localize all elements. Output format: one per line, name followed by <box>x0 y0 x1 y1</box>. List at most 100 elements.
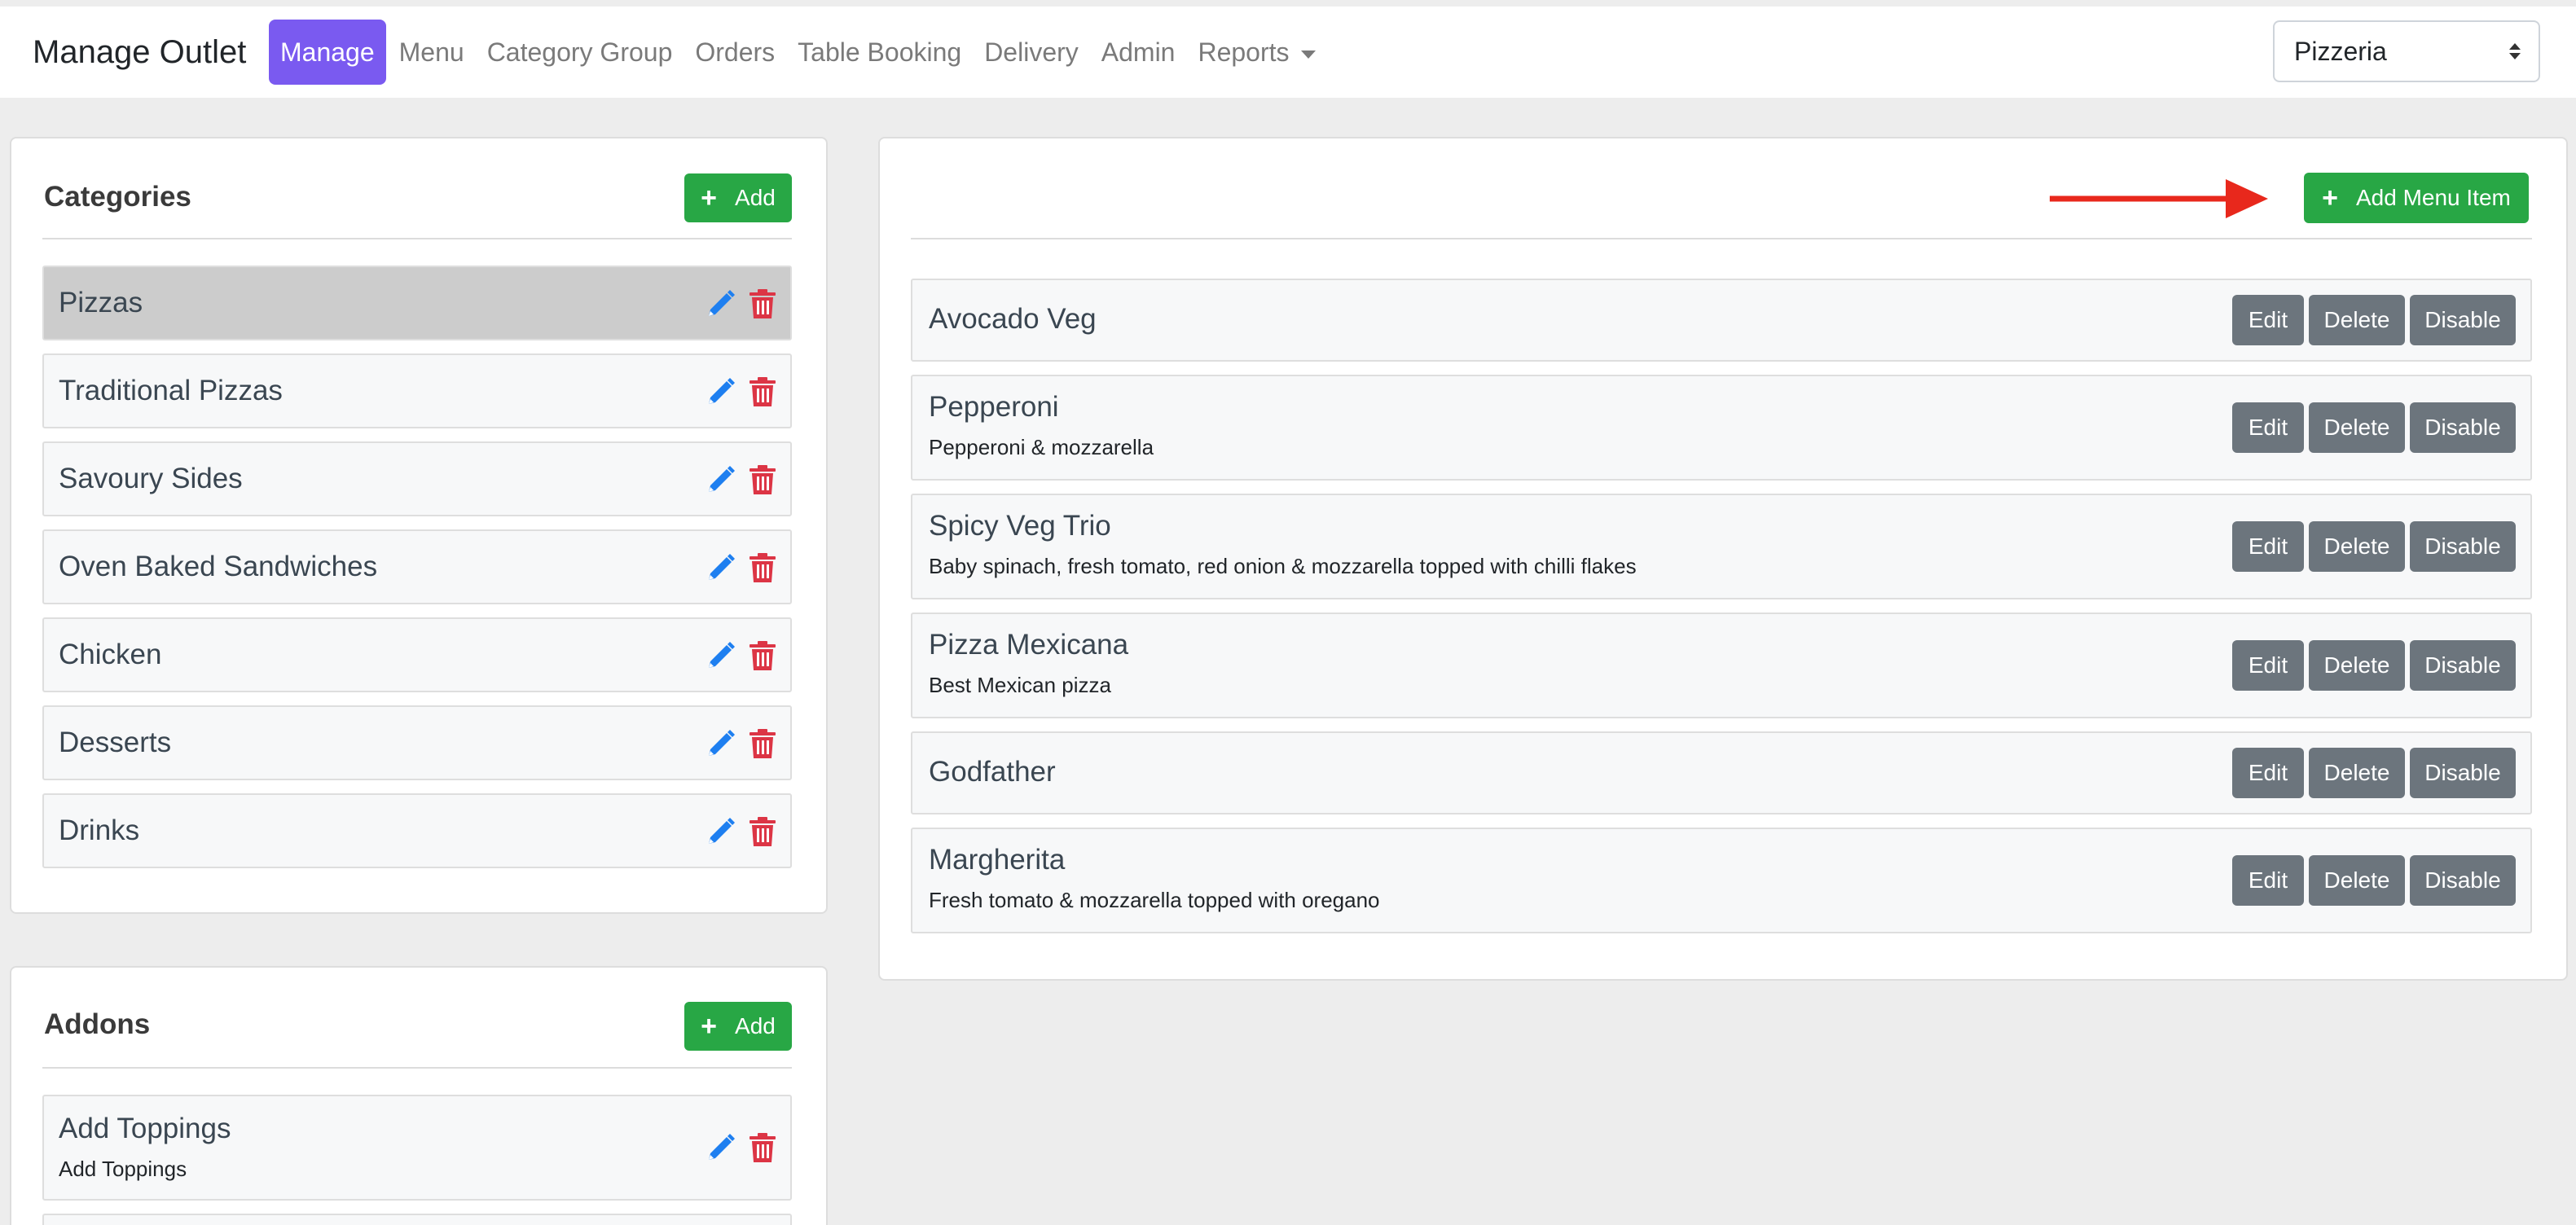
outlet-select-value: Pizzeria <box>2294 36 2387 66</box>
category-item[interactable]: Oven Baked Sandwiches <box>42 529 792 604</box>
delete-button[interactable]: Delete <box>2309 295 2405 345</box>
nav-item-table-booking[interactable]: Table Booking <box>786 20 973 85</box>
category-item[interactable]: Pizzas <box>42 266 792 340</box>
pencil-icon[interactable] <box>706 288 735 319</box>
menu-item-title: Spicy Veg Trio <box>929 510 1111 542</box>
nav-menu: Manage Menu Category Group Orders Table … <box>269 20 1327 85</box>
add-category-label: Add <box>735 185 776 210</box>
category-label: Traditional Pizzas <box>59 375 283 406</box>
nav-item-admin[interactable]: Admin <box>1090 20 1187 85</box>
menu-item-title: Pepperoni <box>929 391 1059 423</box>
pencil-icon[interactable] <box>706 728 735 759</box>
categories-title: Categories <box>44 181 191 213</box>
category-label: Drinks <box>59 814 140 846</box>
category-label: Desserts <box>59 727 172 758</box>
categories-divider <box>42 238 792 239</box>
menu-item-row: Godfather Edit Delete Disable <box>911 731 2532 814</box>
nav-item-reports-label: Reports <box>1198 37 1290 67</box>
top-strip <box>0 0 2576 7</box>
outlet-select[interactable]: Pizzeria <box>2273 20 2540 82</box>
delete-button[interactable]: Delete <box>2309 855 2405 906</box>
edit-button[interactable]: Edit <box>2232 521 2304 572</box>
category-item[interactable]: Traditional Pizzas <box>42 353 792 428</box>
pencil-icon[interactable] <box>706 376 735 407</box>
category-item[interactable]: Savoury Sides <box>42 441 792 516</box>
menu-item-row: Pepperoni Pepperoni & mozzarella Edit De… <box>911 375 2532 481</box>
add-addon-button[interactable]: + Add <box>684 1002 792 1051</box>
disable-button[interactable]: Disable <box>2410 640 2516 691</box>
menu-item-title: Pizza Mexicana <box>929 629 1129 661</box>
trash-icon[interactable] <box>748 552 777 583</box>
disable-button[interactable]: Disable <box>2410 295 2516 345</box>
category-item[interactable]: Desserts <box>42 705 792 780</box>
delete-button[interactable]: Delete <box>2309 402 2405 453</box>
brand-title: Manage Outlet <box>33 33 247 70</box>
nav-item-menu[interactable]: Menu <box>388 20 476 85</box>
category-item[interactable]: Drinks <box>42 793 792 868</box>
nav-item-manage[interactable]: Manage <box>269 20 386 85</box>
menu-item-description: Pepperoni & mozzarella <box>929 435 1154 459</box>
menu-item-row: Margherita Fresh tomato & mozzarella top… <box>911 828 2532 933</box>
plus-icon: + <box>701 182 718 213</box>
trash-icon[interactable] <box>748 1132 777 1163</box>
menu-item-title: Avocado Veg <box>929 303 1097 335</box>
pencil-icon[interactable] <box>706 640 735 671</box>
category-label: Pizzas <box>59 287 143 318</box>
disable-button[interactable]: Disable <box>2410 855 2516 906</box>
list-item-partial <box>42 1214 792 1225</box>
edit-button[interactable]: Edit <box>2232 855 2304 906</box>
edit-button[interactable]: Edit <box>2232 640 2304 691</box>
edit-button[interactable]: Edit <box>2232 402 2304 453</box>
add-addon-label: Add <box>735 1013 776 1038</box>
category-item[interactable]: Chicken <box>42 617 792 692</box>
annotation-arrow <box>2050 179 2268 218</box>
navbar: Manage Outlet Manage Menu Category Group… <box>0 7 2576 98</box>
category-label: Oven Baked Sandwiches <box>59 551 378 582</box>
addons-title: Addons <box>44 1008 151 1040</box>
pencil-icon[interactable] <box>706 1132 735 1163</box>
trash-icon[interactable] <box>748 464 777 495</box>
pencil-icon[interactable] <box>706 816 735 847</box>
select-arrows-icon <box>2509 43 2521 59</box>
menu-items-divider <box>911 238 2532 239</box>
disable-button[interactable]: Disable <box>2410 402 2516 453</box>
menu-item-description: Best Mexican pizza <box>929 673 1111 697</box>
addon-item[interactable]: Add Toppings Add Toppings <box>42 1095 792 1201</box>
addon-label: Add Toppings <box>59 1113 231 1144</box>
nav-item-category-group[interactable]: Category Group <box>476 20 684 85</box>
addon-description: Add Toppings <box>59 1157 187 1181</box>
trash-icon[interactable] <box>748 288 777 319</box>
disable-button[interactable]: Disable <box>2410 748 2516 798</box>
menu-item-row: Avocado Veg Edit Delete Disable <box>911 279 2532 362</box>
trash-icon[interactable] <box>748 640 777 671</box>
menu-item-description: Fresh tomato & mozzarella topped with or… <box>929 888 1380 912</box>
trash-icon[interactable] <box>748 728 777 759</box>
menu-item-description: Baby spinach, fresh tomato, red onion & … <box>929 554 1637 578</box>
trash-icon[interactable] <box>748 376 777 407</box>
menu-item-title: Godfather <box>929 756 1056 788</box>
pencil-icon[interactable] <box>706 464 735 495</box>
add-menu-item-label: Add Menu Item <box>2355 185 2511 210</box>
trash-icon[interactable] <box>748 816 777 847</box>
plus-icon: + <box>701 1010 718 1042</box>
nav-item-reports[interactable]: Reports <box>1186 20 1326 85</box>
menu-item-row: Pizza Mexicana Best Mexican pizza Edit D… <box>911 612 2532 718</box>
delete-button[interactable]: Delete <box>2309 521 2405 572</box>
addons-divider <box>42 1067 792 1069</box>
category-label: Chicken <box>59 639 162 670</box>
plus-icon: + <box>2322 182 2338 213</box>
menu-item-row: Spicy Veg Trio Baby spinach, fresh tomat… <box>911 494 2532 599</box>
add-menu-item-button[interactable]: + Add Menu Item <box>2304 173 2529 223</box>
pencil-icon[interactable] <box>706 552 735 583</box>
add-category-button[interactable]: + Add <box>684 173 792 222</box>
category-label: Savoury Sides <box>59 463 243 494</box>
edit-button[interactable]: Edit <box>2232 295 2304 345</box>
menu-item-title: Margherita <box>929 844 1066 876</box>
edit-button[interactable]: Edit <box>2232 748 2304 798</box>
nav-item-delivery[interactable]: Delivery <box>973 20 1090 85</box>
nav-item-orders[interactable]: Orders <box>684 20 786 85</box>
delete-button[interactable]: Delete <box>2309 748 2405 798</box>
disable-button[interactable]: Disable <box>2410 521 2516 572</box>
delete-button[interactable]: Delete <box>2309 640 2405 691</box>
caret-down-icon <box>1300 50 1316 59</box>
